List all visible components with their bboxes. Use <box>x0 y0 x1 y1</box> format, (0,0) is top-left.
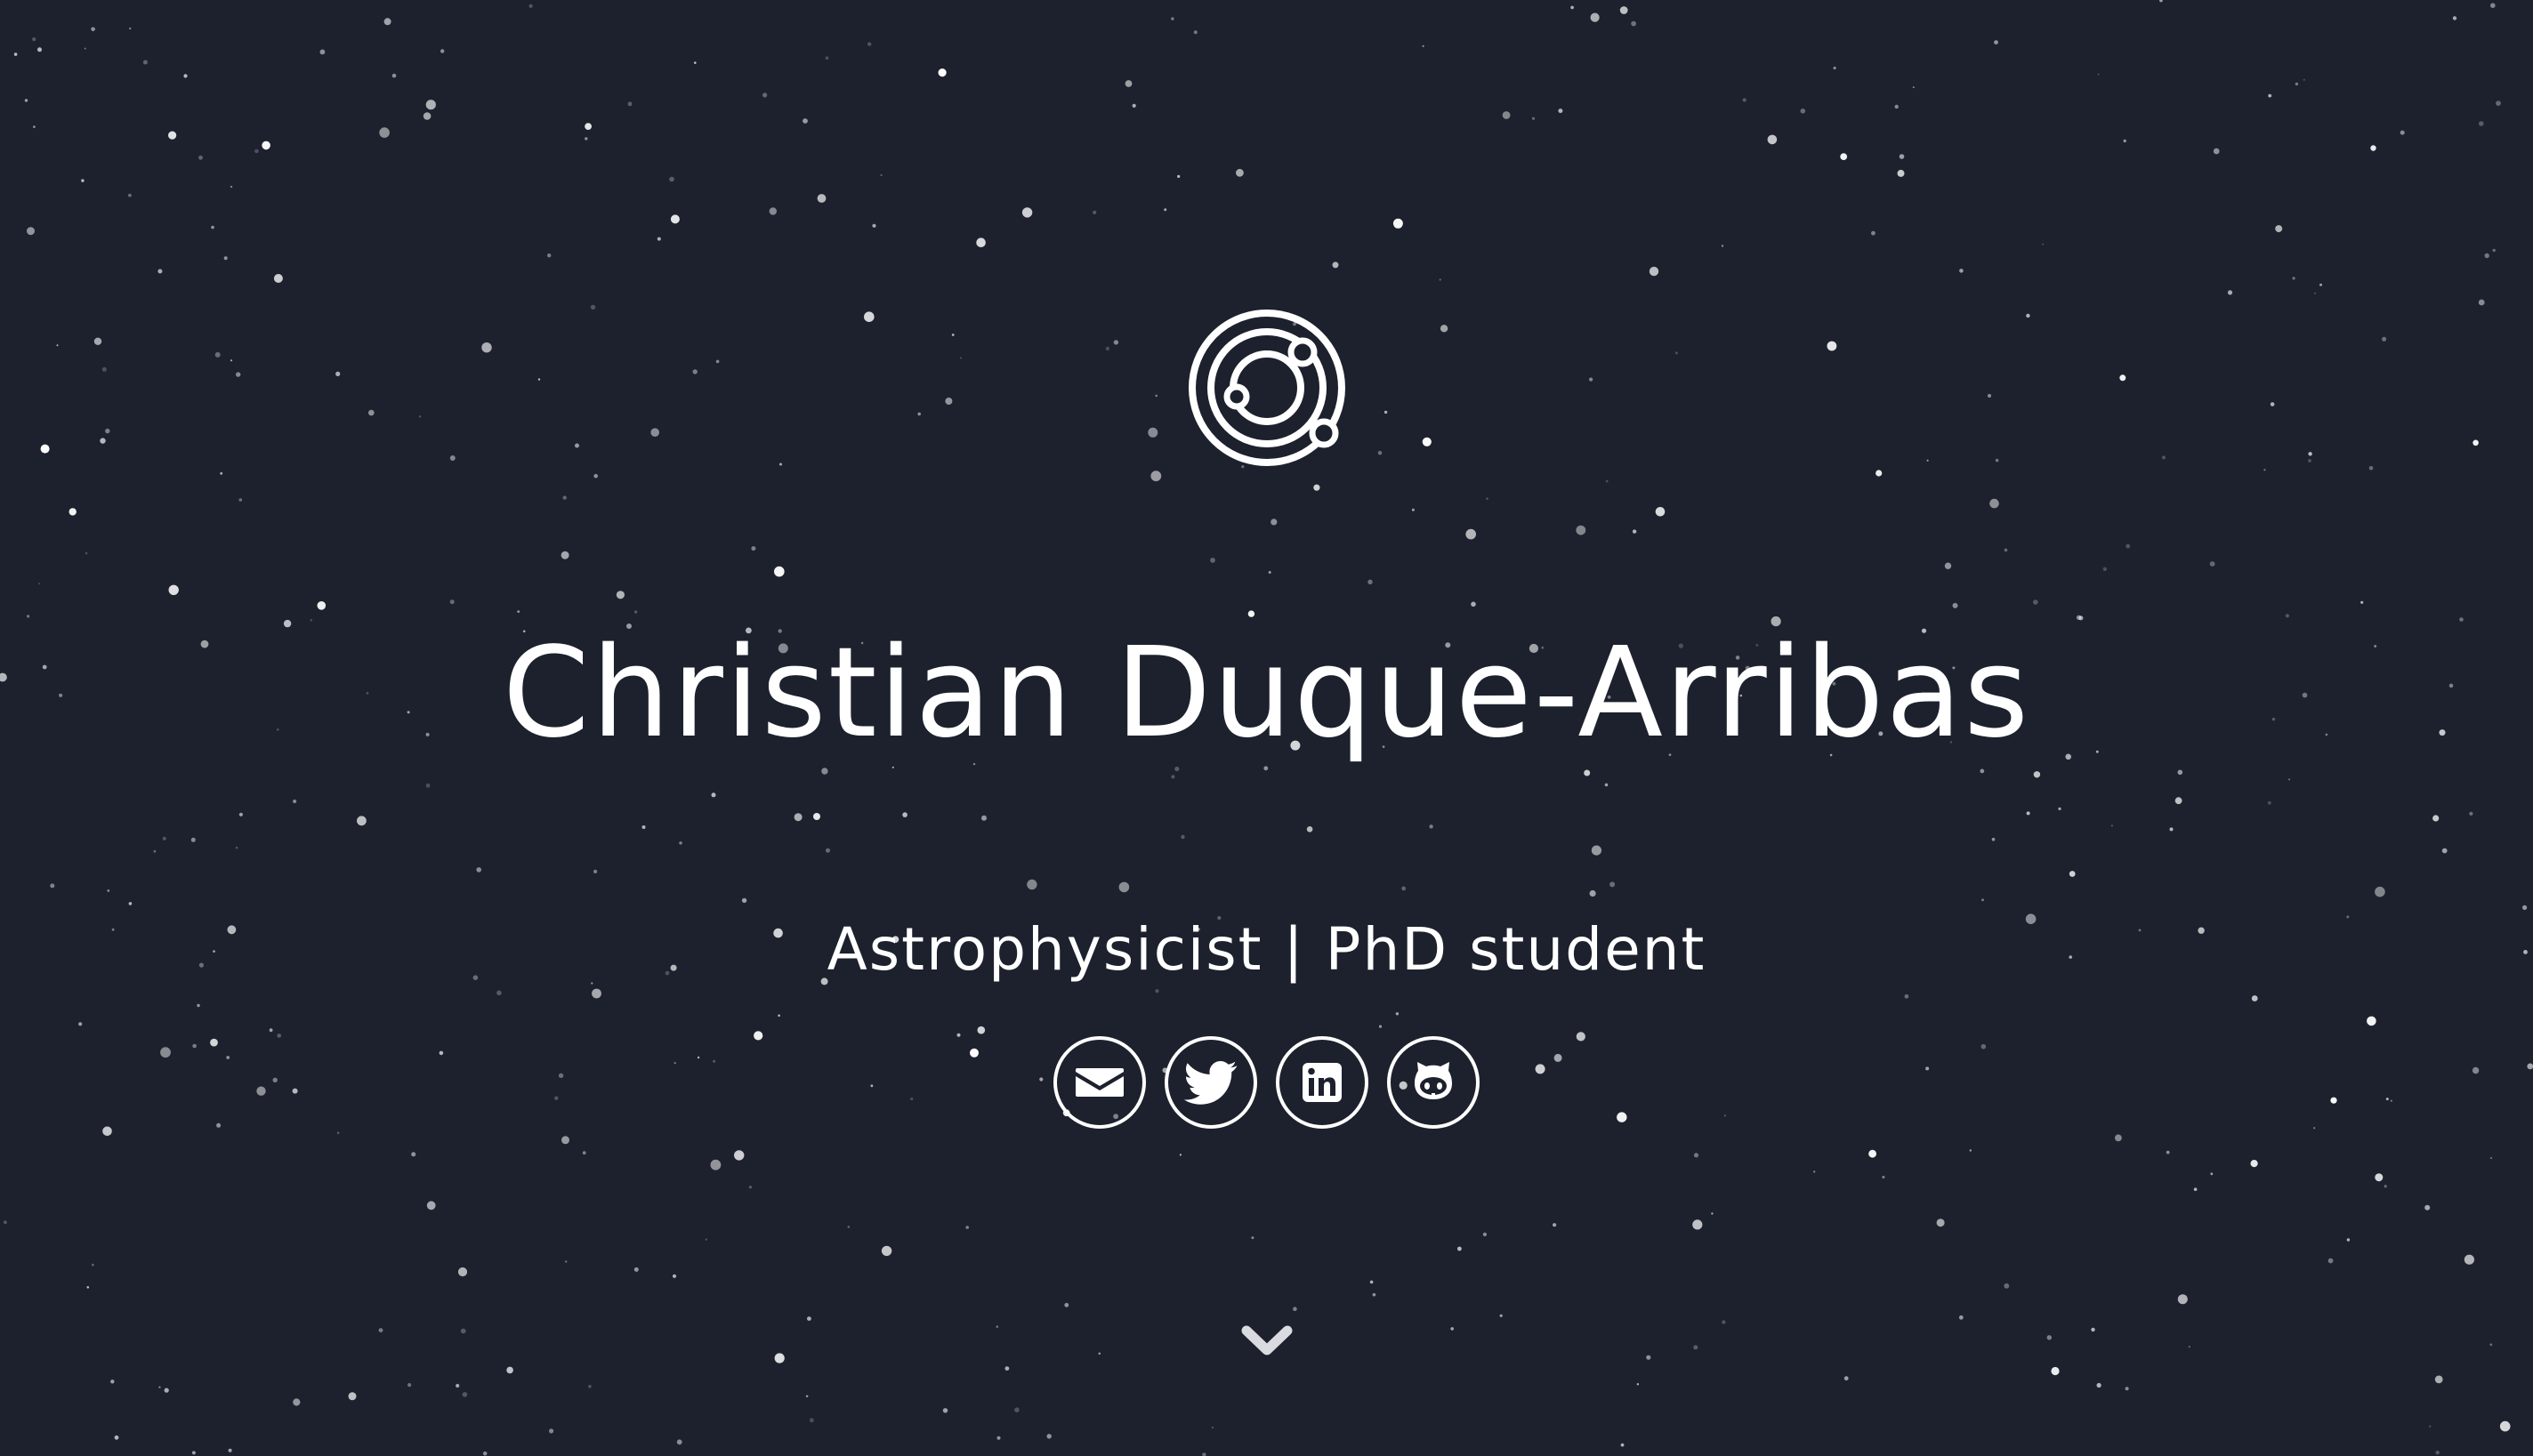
github-octocat-icon <box>1415 1062 1452 1099</box>
hero-section: Christian Duque-Arribas Astrophysicist |… <box>0 0 2533 1456</box>
twitter-button[interactable] <box>1165 1036 1257 1129</box>
page-subtitle: Astrophysicist | PhD student <box>827 915 1706 984</box>
chevron-down-icon[interactable] <box>1239 1323 1295 1359</box>
orbit-icon <box>1189 310 1345 466</box>
github-button[interactable] <box>1387 1036 1480 1129</box>
page-title: Christian Duque-Arribas <box>502 621 2031 766</box>
email-button[interactable] <box>1053 1036 1146 1129</box>
linkedin-icon <box>1303 1063 1342 1102</box>
linkedin-button[interactable] <box>1276 1036 1368 1129</box>
twitter-bird-icon <box>1184 1061 1238 1105</box>
social-links <box>0 1036 2533 1129</box>
envelope-icon <box>1076 1068 1124 1097</box>
